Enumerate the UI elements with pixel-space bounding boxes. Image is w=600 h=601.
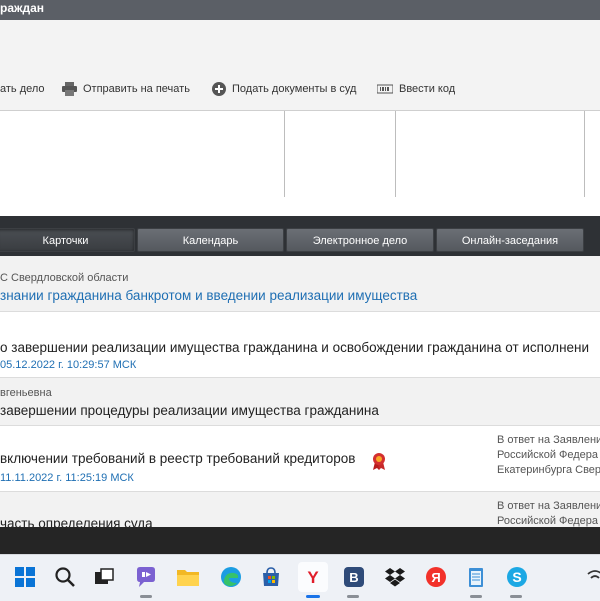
chat-icon[interactable] [131, 562, 161, 592]
entry-side-line: В ответ на Заявлени [497, 500, 600, 512]
info-panel [0, 111, 600, 216]
enter-code-button[interactable]: Ввести код [377, 81, 455, 97]
barcode-icon [377, 84, 393, 94]
skype-icon[interactable]: S [502, 562, 532, 592]
tab-calendar-label: Календарь [182, 235, 239, 247]
submit-documents-button[interactable]: Подать документы в суд [212, 81, 356, 97]
entry-date: 11.11.2022 г. 11:25:19 МСК [0, 472, 134, 484]
list-item[interactable]: вгеньевна завершении процедуры реализаци… [0, 378, 600, 426]
print-button[interactable]: Отправить на печать [62, 81, 190, 97]
dropbox-icon[interactable] [380, 562, 410, 592]
print-label: Отправить на печать [83, 83, 190, 95]
svg-text:S: S [512, 569, 521, 585]
entry-title[interactable]: включении требований в реестр требований… [0, 451, 355, 466]
tab-cards-label: Карточки [42, 235, 89, 247]
tab-cards[interactable]: Карточки [0, 228, 135, 252]
case-header: С Свердловской области знании гражданина… [0, 256, 600, 312]
entry-title[interactable]: завершении процедуры реализации имуществ… [0, 403, 379, 418]
panel-divider [584, 111, 585, 197]
panel-divider [284, 111, 285, 197]
running-indicator [510, 595, 522, 598]
submit-documents-label: Подать документы в суд [232, 83, 357, 95]
entry-date: 05.12.2022 г. 10:29:57 МСК [0, 359, 137, 371]
search-icon[interactable] [50, 562, 80, 592]
enter-code-label: Ввести код [399, 83, 456, 95]
plus-circle-icon [212, 82, 226, 96]
entry-author: вгеньевна [0, 387, 52, 399]
file-explorer-icon[interactable] [173, 562, 203, 592]
list-item[interactable]: включении требований в реестр требований… [0, 426, 600, 492]
notepad-icon[interactable] [461, 562, 491, 592]
window-title-bar: раждан [0, 0, 600, 20]
panel-divider [395, 111, 396, 197]
tab-electronic-case[interactable]: Электронное дело [286, 228, 434, 252]
tab-electronic-case-label: Электронное дело [312, 235, 408, 247]
edge-browser-icon[interactable] [216, 562, 246, 592]
windows-start-icon[interactable] [10, 562, 40, 592]
active-indicator [306, 595, 320, 598]
svg-text:B: B [349, 570, 358, 585]
list-item[interactable]: часть определения суда В ответ на Заявле… [0, 492, 600, 532]
running-indicator [347, 595, 359, 598]
yandex-icon[interactable]: Я [421, 562, 451, 592]
add-case-button[interactable]: ать дело [0, 81, 45, 97]
overflow-icon[interactable] [580, 562, 600, 592]
tab-online-hearings-label: Онлайн-заседания [461, 235, 559, 247]
svg-text:Я: Я [431, 570, 440, 585]
entry-title[interactable]: о завершении реализации имущества гражда… [0, 340, 589, 355]
window-title: раждан [0, 1, 45, 15]
entry-side-line: Екатеринбурга Свер [497, 464, 600, 476]
list-item[interactable]: о завершении реализации имущества гражда… [0, 312, 600, 378]
add-case-label: ать дело [0, 83, 45, 95]
vk-icon[interactable]: B [339, 562, 369, 592]
case-title-link[interactable]: знании гражданина банкротом и введении р… [0, 288, 417, 303]
printer-icon [62, 82, 77, 96]
task-view-icon[interactable] [89, 562, 119, 592]
court-name: С Свердловской области [0, 272, 129, 284]
tab-calendar[interactable]: Календарь [137, 228, 284, 252]
svg-text:Y: Y [307, 568, 319, 587]
running-indicator [470, 595, 482, 598]
yandex-browser-icon[interactable]: Y [298, 562, 328, 592]
ribbon-award-icon [373, 453, 385, 470]
entry-side-line: Российской Федера [497, 449, 599, 461]
tab-online-hearings[interactable]: Онлайн-заседания [436, 228, 584, 252]
entry-side-line: В ответ на Заявлени [497, 434, 600, 446]
store-icon[interactable] [256, 562, 286, 592]
page-bottom-strip [0, 527, 600, 554]
running-indicator [140, 595, 152, 598]
